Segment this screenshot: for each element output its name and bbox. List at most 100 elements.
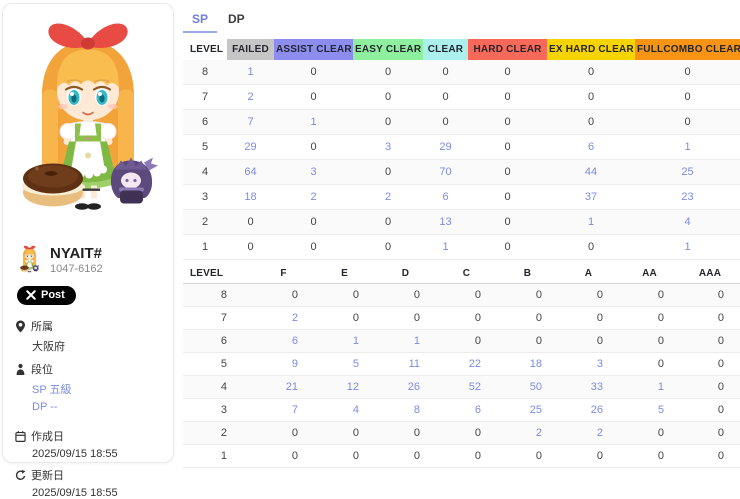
count-cell: 0 — [353, 210, 423, 235]
count-cell: 0 — [547, 85, 635, 110]
count-cell: 7 — [253, 399, 314, 422]
count-cell: 50 — [497, 376, 558, 399]
level-cell: 6 — [183, 330, 253, 353]
count-link[interactable]: 2 — [385, 191, 391, 203]
column-header: AAA — [680, 264, 740, 284]
count-link[interactable]: 23 — [681, 191, 693, 203]
count-cell: 29 — [227, 135, 274, 160]
count-link[interactable]: 6 — [292, 335, 298, 347]
player-name: NYAIT# — [50, 245, 103, 262]
count-link[interactable]: 29 — [244, 141, 256, 153]
tab-sp[interactable]: SP — [183, 8, 217, 33]
count-cell: 0 — [253, 284, 314, 307]
count-cell: 2 — [497, 422, 558, 445]
table-row: 37486252650 — [183, 399, 740, 422]
count-link[interactable]: 1 — [658, 381, 664, 393]
count-link[interactable]: 2 — [536, 427, 542, 439]
count-link[interactable]: 29 — [439, 141, 451, 153]
column-header: C — [436, 264, 497, 284]
count-link[interactable]: 1 — [684, 241, 690, 253]
count-cell: 18 — [227, 185, 274, 210]
count-link[interactable]: 18 — [244, 191, 256, 203]
x-post-button[interactable]: Post — [17, 286, 76, 305]
count-cell: 0 — [423, 85, 468, 110]
count-link[interactable]: 1 — [310, 116, 316, 128]
count-link[interactable]: 5 — [658, 404, 664, 416]
count-link[interactable]: 2 — [292, 312, 298, 324]
table-row: 595112218300 — [183, 353, 740, 376]
count-link[interactable]: 13 — [439, 216, 451, 228]
count-link[interactable]: 2 — [597, 427, 603, 439]
count-cell: 21 — [253, 376, 314, 399]
count-link[interactable]: 25 — [530, 404, 542, 416]
count-link[interactable]: 44 — [585, 166, 597, 178]
count-cell: 0 — [423, 60, 468, 85]
count-cell: 0 — [619, 353, 680, 376]
tab-dp[interactable]: DP — [219, 8, 254, 33]
column-header: B — [497, 264, 558, 284]
count-link[interactable]: 4 — [353, 404, 359, 416]
count-cell: 11 — [375, 353, 436, 376]
count-link[interactable]: 33 — [591, 381, 603, 393]
count-link[interactable]: 7 — [292, 404, 298, 416]
count-link[interactable]: 3 — [385, 141, 391, 153]
count-cell: 70 — [423, 160, 468, 185]
mode-tabs: SP DP — [183, 0, 740, 33]
player-id: 1047-6162 — [50, 263, 103, 275]
column-header: ASSIST CLEAR — [274, 39, 353, 60]
count-link[interactable]: 37 — [585, 191, 597, 203]
rank-sp-link[interactable]: SP 五級 — [32, 381, 163, 397]
count-link[interactable]: 52 — [469, 381, 481, 393]
count-link[interactable]: 11 — [409, 358, 420, 370]
count-link[interactable]: 8 — [414, 404, 420, 416]
count-link[interactable]: 26 — [408, 381, 420, 393]
count-link[interactable]: 3 — [597, 358, 603, 370]
count-link[interactable]: 25 — [681, 166, 693, 178]
avatar-illustration — [13, 10, 163, 238]
count-cell: 1 — [375, 330, 436, 353]
count-link[interactable]: 2 — [247, 91, 253, 103]
count-link[interactable]: 22 — [469, 358, 481, 370]
count-cell: 0 — [468, 185, 547, 210]
count-cell: 18 — [497, 353, 558, 376]
count-cell: 1 — [423, 235, 468, 260]
count-cell: 0 — [274, 210, 353, 235]
count-cell: 12 — [314, 376, 375, 399]
count-link[interactable]: 1 — [442, 241, 448, 253]
count-link[interactable]: 1 — [247, 66, 253, 78]
count-link[interactable]: 1 — [588, 216, 594, 228]
count-link[interactable]: 6 — [475, 404, 481, 416]
count-link[interactable]: 26 — [591, 404, 603, 416]
count-link[interactable]: 70 — [439, 166, 451, 178]
count-link[interactable]: 9 — [292, 358, 298, 370]
count-cell: 2 — [558, 422, 619, 445]
count-link[interactable]: 3 — [310, 166, 316, 178]
count-link[interactable]: 50 — [530, 381, 542, 393]
count-link[interactable]: 7 — [247, 116, 253, 128]
count-link[interactable]: 1 — [684, 141, 690, 153]
count-cell: 0 — [680, 353, 740, 376]
count-link[interactable]: 12 — [347, 381, 359, 393]
count-link[interactable]: 21 — [286, 381, 298, 393]
count-link[interactable]: 4 — [684, 216, 690, 228]
count-link[interactable]: 64 — [244, 166, 256, 178]
level-cell: 8 — [183, 284, 253, 307]
count-link[interactable]: 6 — [442, 191, 448, 203]
rank-dp-link[interactable]: DP -- — [32, 401, 163, 413]
count-link[interactable]: 1 — [414, 335, 420, 347]
count-cell: 0 — [468, 135, 547, 160]
column-header: EASY CLEAR — [353, 39, 423, 60]
column-header: LEVEL — [183, 39, 227, 60]
score-panel: SP DP LEVELFAILEDASSIST CLEAREASY CLEARC… — [183, 0, 740, 468]
count-cell: 1 — [619, 376, 680, 399]
count-cell: 3 — [353, 135, 423, 160]
count-link[interactable]: 1 — [353, 335, 359, 347]
count-cell: 0 — [680, 445, 740, 468]
column-header: AA — [619, 264, 680, 284]
level-cell: 2 — [183, 422, 253, 445]
count-link[interactable]: 5 — [353, 358, 359, 370]
count-link[interactable]: 18 — [530, 358, 542, 370]
count-link[interactable]: 6 — [588, 141, 594, 153]
player-avatar-image — [13, 10, 163, 242]
count-link[interactable]: 2 — [310, 191, 316, 203]
